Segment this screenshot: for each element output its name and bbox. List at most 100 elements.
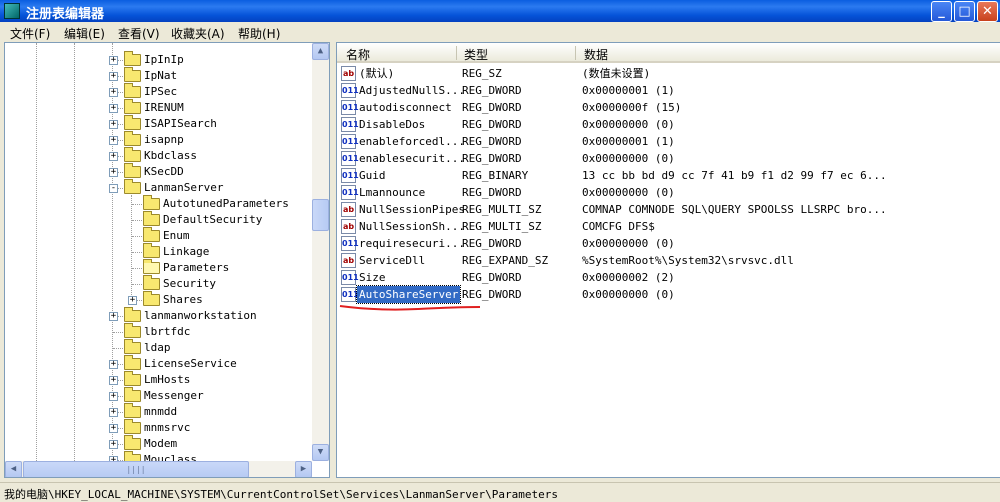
value-data: 0x00000000 (0) bbox=[582, 152, 675, 165]
column-header-type[interactable]: 类型 bbox=[464, 46, 488, 63]
expand-icon[interactable]: + bbox=[109, 136, 118, 145]
folder-icon bbox=[124, 371, 141, 386]
binary-value-icon: 011 bbox=[341, 151, 359, 166]
tree-item-label: Kbdclass bbox=[144, 149, 197, 162]
close-button[interactable]: ✕ bbox=[977, 1, 998, 22]
folder-icon bbox=[124, 339, 141, 354]
value-row[interactable]: 011 Size REG_DWORD 0x00000002 (2) bbox=[337, 269, 1000, 286]
value-name[interactable]: Guid bbox=[357, 167, 388, 184]
horizontal-scroll-thumb[interactable]: |||| bbox=[23, 461, 249, 477]
folder-icon bbox=[124, 51, 141, 66]
expand-icon[interactable]: + bbox=[109, 104, 118, 113]
menu-favorites[interactable]: 收藏夹(A) bbox=[171, 25, 225, 42]
value-row[interactable]: 011 enableforcedl... REG_DWORD 0x0000000… bbox=[337, 133, 1000, 150]
scroll-up-button[interactable]: ▲ bbox=[312, 43, 329, 60]
value-name[interactable]: enableforcedl... bbox=[357, 133, 467, 150]
value-name[interactable]: (默认) bbox=[357, 65, 396, 82]
folder-icon bbox=[124, 307, 141, 322]
value-row[interactable]: 011 enablesecurit... REG_DWORD 0x0000000… bbox=[337, 150, 1000, 167]
column-header-name[interactable]: 名称 bbox=[346, 46, 370, 63]
column-divider[interactable] bbox=[456, 46, 457, 60]
value-row[interactable]: ab NullSessionSh... REG_MULTI_SZ COMCFG … bbox=[337, 218, 1000, 235]
scroll-left-button[interactable]: ◀ bbox=[5, 461, 22, 477]
value-row[interactable]: 011 Lmannounce REG_DWORD 0x00000000 (0) bbox=[337, 184, 1000, 201]
scroll-down-button[interactable]: ▼ bbox=[312, 444, 329, 461]
tree-horizontal-scrollbar[interactable]: ◀ |||| ▶ bbox=[5, 461, 312, 477]
value-row[interactable]: 011 autodisconnect REG_DWORD 0x0000000f … bbox=[337, 99, 1000, 116]
status-bar-path: 我的电脑\HKEY_LOCAL_MACHINE\SYSTEM\CurrentCo… bbox=[0, 482, 1000, 501]
vertical-scroll-thumb[interactable] bbox=[312, 199, 329, 231]
expand-icon[interactable]: + bbox=[109, 152, 118, 161]
value-row[interactable]: 011 AutoShareServer REG_DWORD 0x00000000… bbox=[337, 285, 1000, 304]
collapse-icon[interactable]: - bbox=[109, 184, 118, 193]
expand-icon[interactable]: + bbox=[109, 440, 118, 449]
column-divider[interactable] bbox=[575, 46, 576, 60]
tree-item-label: Linkage bbox=[163, 245, 210, 258]
tree-item-label: IpNat bbox=[144, 69, 178, 82]
menu-help[interactable]: 帮助(H) bbox=[238, 25, 280, 42]
tree-item-label: lbrtfdc bbox=[144, 325, 191, 338]
tree-item-label: ldap bbox=[144, 341, 171, 354]
value-row[interactable]: 011 AdjustedNullS... REG_DWORD 0x0000000… bbox=[337, 82, 1000, 99]
tree-guide-line bbox=[74, 43, 75, 461]
value-name[interactable]: NullSessionPipes bbox=[357, 201, 467, 218]
menu-file[interactable]: 文件(F) bbox=[10, 25, 50, 42]
expand-icon[interactable]: + bbox=[109, 376, 118, 385]
tree-vertical-scrollbar[interactable]: ▲ ▼ bbox=[312, 43, 329, 461]
folder-icon bbox=[124, 147, 141, 162]
value-row[interactable]: 011 requiresecuri... REG_DWORD 0x0000000… bbox=[337, 235, 1000, 252]
value-name[interactable]: NullSessionSh... bbox=[357, 218, 467, 235]
expand-icon[interactable]: + bbox=[109, 424, 118, 433]
value-row[interactable]: ab NullSessionPipes REG_MULTI_SZ COMNAP … bbox=[337, 201, 1000, 218]
value-row[interactable]: ab ServiceDll REG_EXPAND_SZ %SystemRoot%… bbox=[337, 252, 1000, 269]
minimize-button[interactable]: _ bbox=[931, 1, 952, 22]
expand-icon[interactable]: + bbox=[109, 168, 118, 177]
tree-connector bbox=[132, 236, 142, 237]
expand-icon[interactable]: + bbox=[109, 312, 118, 321]
tree-item-label: lanmanworkstation bbox=[144, 309, 257, 322]
expand-icon[interactable]: + bbox=[109, 408, 118, 417]
value-row[interactable]: ab (默认) REG_SZ (数值未设置) bbox=[337, 65, 1000, 82]
value-name[interactable]: requiresecuri... bbox=[357, 235, 467, 252]
menu-view[interactable]: 查看(V) bbox=[118, 25, 160, 42]
expand-icon[interactable]: + bbox=[128, 296, 137, 305]
value-name[interactable]: Size bbox=[357, 269, 388, 286]
expand-icon[interactable]: + bbox=[109, 88, 118, 97]
values-list[interactable]: 名称 类型 数据 ab (默认) REG_SZ (数值未设置) 011 Adjus… bbox=[336, 42, 1000, 478]
value-name[interactable]: AutoShareServer bbox=[355, 285, 462, 304]
menu-bar: 文件(F) 编辑(E) 查看(V) 收藏夹(A) 帮助(H) bbox=[0, 22, 1000, 42]
expand-icon[interactable]: + bbox=[109, 360, 118, 369]
tree-connector bbox=[132, 284, 142, 285]
value-type: REG_DWORD bbox=[462, 135, 522, 148]
value-row[interactable]: 011 Guid REG_BINARY 13 cc bb bd d9 cc 7f… bbox=[337, 167, 1000, 184]
tree-item-label: KSecDD bbox=[144, 165, 184, 178]
menu-edit[interactable]: 编辑(E) bbox=[64, 25, 105, 42]
value-type: REG_DWORD bbox=[462, 186, 522, 199]
binary-value-icon: 011 bbox=[341, 270, 359, 285]
expand-icon[interactable]: + bbox=[109, 120, 118, 129]
value-name[interactable]: autodisconnect bbox=[357, 99, 454, 116]
maximize-button[interactable]: □ bbox=[954, 1, 975, 22]
folder-icon bbox=[124, 435, 141, 450]
value-row[interactable]: 011 DisableDos REG_DWORD 0x00000000 (0) bbox=[337, 116, 1000, 133]
value-data: 0x00000000 (0) bbox=[582, 237, 675, 250]
expand-icon[interactable]: + bbox=[109, 56, 118, 65]
tree-connector bbox=[113, 348, 123, 349]
registry-tree[interactable]: + IpInIp + IpNat + IPSec + IRENUM + ISAPISearch + i… bbox=[4, 42, 330, 478]
value-data: 0x00000002 (2) bbox=[582, 271, 675, 284]
tree-item-label: AutotunedParameters bbox=[163, 197, 289, 210]
tree-connector bbox=[132, 268, 142, 269]
binary-value-icon: 011 bbox=[341, 117, 359, 132]
value-name[interactable]: enablesecurit... bbox=[357, 150, 467, 167]
value-type: REG_EXPAND_SZ bbox=[462, 254, 549, 267]
scroll-right-button[interactable]: ▶ bbox=[295, 461, 312, 477]
expand-icon[interactable]: + bbox=[109, 392, 118, 401]
value-type: REG_DWORD bbox=[462, 288, 522, 301]
value-type: REG_BINARY bbox=[462, 169, 529, 182]
value-name[interactable]: Lmannounce bbox=[357, 184, 427, 201]
expand-icon[interactable]: + bbox=[109, 72, 118, 81]
value-name[interactable]: DisableDos bbox=[357, 116, 427, 133]
value-name[interactable]: AdjustedNullS... bbox=[357, 82, 467, 99]
value-name[interactable]: ServiceDll bbox=[357, 252, 427, 269]
column-header-data[interactable]: 数据 bbox=[584, 46, 608, 63]
